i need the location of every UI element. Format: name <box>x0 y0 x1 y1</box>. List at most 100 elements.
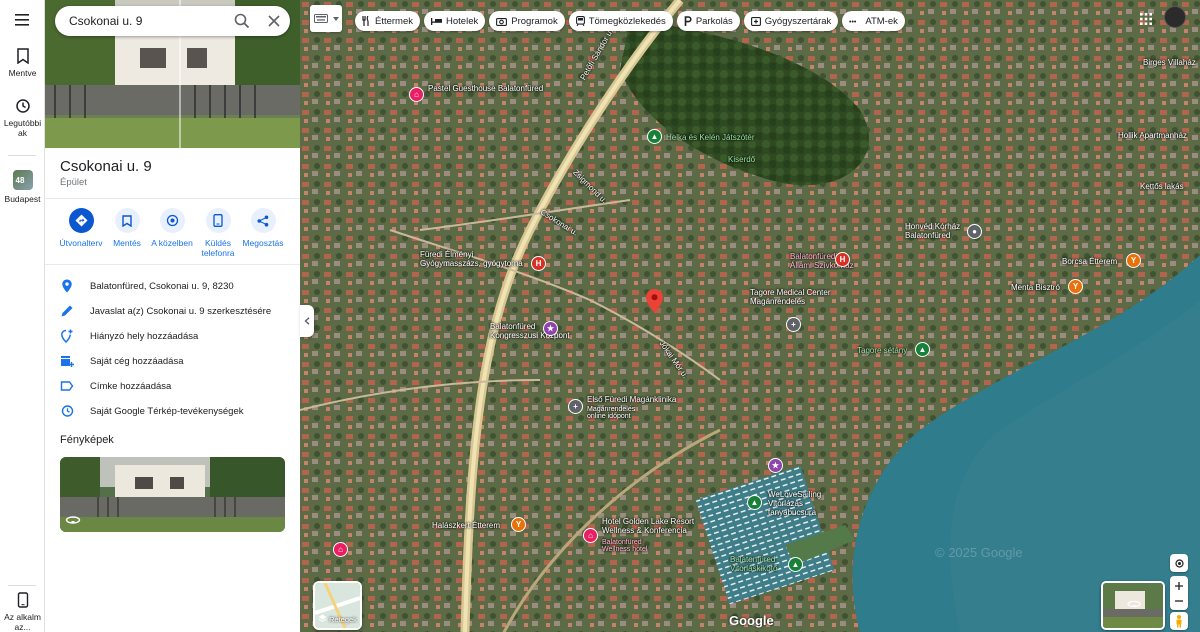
bookmark-icon <box>16 48 29 64</box>
label-gyogy[interactable]: Füredi Élményi Gyógymasszázs, gyógytorna <box>420 250 523 268</box>
label-vitorlaskikoto[interactable]: Balatonfüred Vitorláskikötő <box>730 555 777 573</box>
label-kiserdo[interactable]: Kiserdő <box>728 155 755 164</box>
maps-app: Mentve Legutóbbi ak 48 Budapest Az alkal… <box>0 0 1200 632</box>
chip-transit[interactable]: Tömegközlekedés <box>568 11 673 31</box>
label-tagore-medical[interactable]: Tagore Medical Center Magánrendelés <box>750 288 830 306</box>
rail-recent[interactable]: Legutóbbi ak <box>0 98 45 138</box>
label-borcsa[interactable]: Borcsa Étterem <box>1062 257 1117 266</box>
google-apps-button[interactable] <box>1140 12 1152 30</box>
venue-pin-icon[interactable]: ★ <box>543 321 558 336</box>
clinic-h-pin-icon[interactable]: H <box>531 256 546 271</box>
map-canvas[interactable]: Pastel Guesthouse Balatonfüred ⌂ Helka é… <box>300 0 1200 632</box>
chip-activities[interactable]: Programok <box>489 11 565 31</box>
street-view-thumbnail[interactable] <box>1101 581 1165 630</box>
collapse-panel-button[interactable] <box>300 305 314 337</box>
hamburger-icon <box>15 14 29 26</box>
label-hollik[interactable]: Hollik Apartmanház <box>1118 131 1187 140</box>
nearby-button[interactable]: A közelben <box>149 208 195 248</box>
layers-button[interactable]: Rétegek <box>313 581 362 630</box>
rail-saved[interactable]: Mentve <box>0 48 45 78</box>
label-halaszkert[interactable]: Halászkert Étterem <box>432 521 500 530</box>
park-pin-icon[interactable]: ▲ <box>647 129 662 144</box>
label-kongresszusi[interactable]: Balatonfüred Kongresszusi Központ <box>490 322 570 340</box>
address-row[interactable]: Balatonfüred, Csokonai u. 9, 8230 <box>60 276 295 296</box>
directions-button[interactable]: Útvonalterv <box>58 208 104 248</box>
label-birges[interactable]: Birges Villaház <box>1143 58 1196 67</box>
close-icon[interactable] <box>266 13 282 29</box>
promenade-pin-icon[interactable]: ▲ <box>915 342 930 357</box>
left-rail: Mentve Legutóbbi ak 48 Budapest Az alkal… <box>0 0 45 632</box>
activity-pin-icon[interactable]: ★ <box>768 458 783 473</box>
maps-activity-row[interactable]: Saját Google Térkép-tevékenységek <box>60 401 295 421</box>
hospital-pin-icon[interactable]: ● <box>967 224 982 239</box>
account-avatar[interactable] <box>1164 6 1186 28</box>
label-welovesailing[interactable]: WeLoveSailing Vitorlázás tanyabucsúra <box>768 490 821 517</box>
search-icon[interactable] <box>234 13 250 29</box>
add-missing-place-row[interactable]: Hiányzó hely hozzáadása <box>60 326 295 346</box>
pegman-icon <box>1176 614 1182 627</box>
pegman-button[interactable] <box>1170 612 1188 630</box>
hospital-h-pin-icon[interactable]: H <box>835 252 850 267</box>
street-view-360-icon <box>1127 600 1141 608</box>
zoom-in-icon[interactable] <box>1174 581 1184 591</box>
chip-hotels[interactable]: Hotelek <box>424 11 486 31</box>
bistro-pin-icon[interactable]: Y <box>1068 279 1083 294</box>
search-box[interactable] <box>55 6 290 36</box>
suggest-edit-row[interactable]: Javaslat a(z) Csokonai u. 9 szerkesztésé… <box>60 301 295 321</box>
label-golden-lake[interactable]: Hotel Golden Lake Resort Wellness & Konf… <box>602 517 694 535</box>
share-button[interactable]: Megosztás <box>240 208 286 248</box>
resort-pin-icon[interactable]: ⌂ <box>583 528 598 543</box>
copyright-watermark: © 2025 Google <box>935 545 1023 560</box>
chip-atms[interactable]: ••• ATM-ek <box>842 11 905 31</box>
search-input[interactable] <box>69 6 219 36</box>
fish-restaurant-pin-icon[interactable]: Y <box>511 517 526 532</box>
rail-budapest[interactable]: 48 Budapest <box>0 170 45 204</box>
parking-icon <box>684 16 692 26</box>
hotel-pin-icon[interactable]: ⌂ <box>409 87 424 102</box>
add-business-icon <box>61 356 74 367</box>
medical-pin-icon[interactable]: + <box>786 317 801 332</box>
pharmacy-icon <box>750 17 761 26</box>
label-elso-furedi[interactable]: Első Füredi Magánklinika <box>587 395 676 404</box>
my-location-button[interactable] <box>1170 554 1188 572</box>
keyboard-input-button[interactable] <box>310 5 342 32</box>
save-label: Mentés <box>113 238 141 248</box>
menu-button[interactable] <box>15 13 31 29</box>
street-view-image[interactable] <box>60 457 285 532</box>
label-kettos[interactable]: Kettős lakás <box>1140 182 1184 191</box>
rail-get-app[interactable]: Az alkalmaz... <box>0 592 45 632</box>
rail-saved-label: Mentve <box>8 68 37 78</box>
label-menta[interactable]: Menta Bisztró <box>1011 283 1060 292</box>
add-label-row[interactable]: Címke hozzáadása <box>60 376 295 396</box>
street-view-photo[interactable] <box>60 457 285 532</box>
label-helka[interactable]: Helka és Kelén Játszótér <box>666 133 755 142</box>
send-to-phone-button[interactable]: Küldés telefonra <box>195 208 241 258</box>
lodging-pin-icon[interactable]: ⌂ <box>333 542 348 557</box>
chip-parking[interactable]: Parkolás <box>676 11 740 31</box>
phone-icon <box>213 214 223 227</box>
zoom-out-icon[interactable] <box>1174 596 1184 606</box>
clinic-pin-icon[interactable]: + <box>568 399 583 414</box>
budapest-badge: 48 <box>15 176 25 185</box>
label-golden-lake-sub: Balatonfüred Wellness hotel <box>602 539 648 553</box>
chip-pharmacies[interactable]: Gyógyszertárak <box>743 11 839 31</box>
layers-label: Rétegek <box>329 615 357 624</box>
harbor-pin-icon[interactable]: ▲ <box>788 557 803 572</box>
satellite-map[interactable] <box>300 0 1200 632</box>
selected-location-pin-icon[interactable] <box>646 289 663 313</box>
divider <box>45 198 300 199</box>
street-view-360-icon <box>65 516 81 524</box>
label-tagore-setany[interactable]: Tagore sétány <box>857 346 907 355</box>
directions-icon <box>75 214 87 227</box>
label-pastel-guesthouse[interactable]: Pastel Guesthouse Balatonfüred <box>428 84 543 93</box>
sailing-pin-icon[interactable]: ▲ <box>747 495 762 510</box>
label-honved[interactable]: Honvéd Kórház Balatonfüred <box>905 222 960 240</box>
chevron-left-icon <box>304 317 310 325</box>
chip-restaurants[interactable]: Éttermek <box>355 11 421 31</box>
chevron-down-icon <box>333 17 339 21</box>
save-button[interactable]: Mentés <box>104 208 150 248</box>
restaurant-pin-icon[interactable]: Y <box>1126 253 1141 268</box>
add-business-row[interactable]: Saját cég hozzáadása <box>60 351 295 371</box>
rail-recent-label: Legutóbbi ak <box>3 118 42 138</box>
layers-icon <box>318 614 327 622</box>
